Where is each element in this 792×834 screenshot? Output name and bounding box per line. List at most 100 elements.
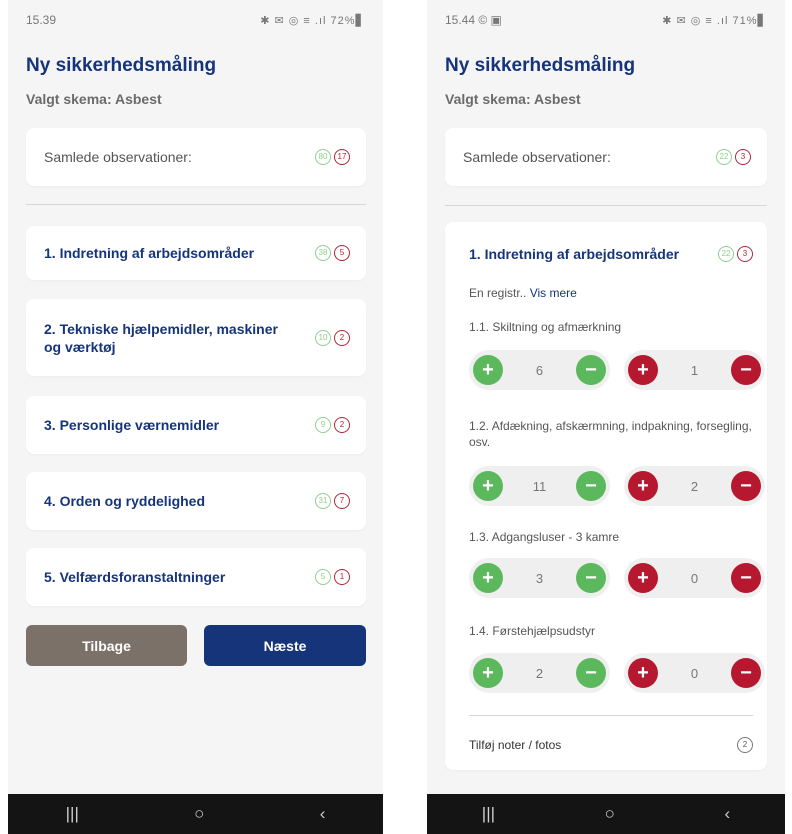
section-label: 1. Indretning af arbejdsområder [469, 246, 680, 262]
system-navbar: ||| ○ ‹ [427, 794, 785, 834]
section-label: 5. Velfærdsforanstaltninger [44, 569, 226, 585]
decrement-negative-button[interactable]: − [730, 355, 761, 385]
increment-negative-button[interactable]: + [628, 658, 658, 688]
section-badges: 5 1 [315, 569, 350, 585]
section-badges: 31 7 [315, 493, 350, 509]
system-navbar: ||| ○ ‹ [8, 794, 383, 834]
section-badges: 9 2 [315, 417, 350, 433]
negative-count-badge: 2 [334, 329, 350, 346]
home-button[interactable]: ○ [194, 804, 204, 824]
status-icons: ✱ ✉ ◎ ≡ .ıl 71%▋ [662, 14, 767, 27]
divider [26, 204, 366, 205]
totals-badges: 80 17 [315, 149, 350, 165]
section-badges: 22 3 [718, 246, 753, 262]
divider [445, 205, 767, 206]
increment-negative-button[interactable]: + [628, 471, 658, 501]
next-button[interactable]: Næste [204, 625, 366, 666]
positive-count-badge: 31 [315, 493, 331, 509]
positive-value: 6 [535, 362, 544, 378]
home-button[interactable]: ○ [605, 804, 615, 824]
left-screen: 15.39 ✱ ✉ ◎ ≡ .ıl 72%▋ Ny sikkerhedsmåli… [8, 0, 383, 834]
right-screen: 15.44 © ▣ ✱ ✉ ◎ ≡ .ıl 71%▋ Ny sikkerheds… [427, 0, 785, 834]
totals-label: Samlede observationer: [44, 149, 192, 165]
status-bar: 15.39 ✱ ✉ ◎ ≡ .ıl 72%▋ [8, 0, 383, 40]
decrement-positive-button[interactable]: − [576, 471, 606, 501]
item-counters: + 11 − + 2 − [469, 466, 765, 506]
positive-value: 3 [535, 570, 544, 586]
positive-count-badge: 38 [315, 245, 331, 261]
totals-badges: 22 3 [716, 149, 751, 165]
increment-positive-button[interactable]: + [473, 658, 503, 688]
increment-negative-button[interactable]: + [628, 563, 658, 593]
negative-counter: + 1 − [624, 350, 765, 390]
positive-counter: + 11 − [469, 466, 610, 506]
positive-count-badge: 22 [716, 149, 732, 165]
system-back-button[interactable]: ‹ [725, 804, 731, 824]
increment-negative-button[interactable]: + [628, 355, 658, 385]
increment-positive-button[interactable]: + [473, 355, 503, 385]
show-more-link[interactable]: Vis mere [530, 286, 577, 300]
section-card-5[interactable]: 5. Velfærdsforanstaltninger 5 1 [26, 548, 366, 606]
negative-value: 0 [690, 570, 699, 586]
decrement-positive-button[interactable]: − [575, 563, 606, 593]
status-time: 15.44 © ▣ [445, 13, 502, 27]
decrement-positive-button[interactable]: − [575, 355, 606, 385]
back-button[interactable]: Tilbage [26, 625, 187, 666]
section-card-3[interactable]: 3. Personlige værnemidler 9 2 [26, 396, 366, 454]
notes-row[interactable]: Tilføj noter / fotos 2 [445, 734, 767, 756]
negative-counter: + 0 − [624, 558, 765, 598]
increment-positive-button[interactable]: + [473, 563, 503, 593]
decrement-positive-button[interactable]: − [575, 658, 606, 688]
negative-value: 1 [690, 362, 699, 378]
add-notes-photos-link[interactable]: Tilføj noter / fotos [469, 738, 561, 752]
section-label: 3. Personlige værnemidler [44, 417, 220, 433]
positive-count-badge: 9 [315, 417, 331, 433]
registration-meta: En registr.. Vis mere [469, 286, 577, 300]
item-label: 1.1. Skiltning og afmærkning [469, 320, 622, 334]
item-label: 1.3. Adgangsluser - 3 kamre [469, 530, 620, 544]
negative-count-badge: 2 [334, 417, 350, 433]
positive-counter: + 6 − [469, 350, 610, 390]
section-detail-card: 1. Indretning af arbejdsområder 22 3 En … [445, 222, 767, 770]
negative-count-badge: 17 [334, 149, 350, 165]
negative-count-badge: 3 [735, 149, 751, 165]
item-counters: + 3 − + 0 − [469, 558, 765, 598]
positive-count-badge: 5 [315, 569, 331, 585]
totals-card: Samlede observationer: 22 3 [445, 128, 767, 186]
recents-button[interactable]: ||| [66, 804, 79, 824]
page-title: Ny sikkerhedsmåling [445, 55, 636, 76]
page-title: Ny sikkerhedsmåling [26, 55, 217, 76]
increment-positive-button[interactable]: + [473, 471, 503, 501]
status-bar: 15.44 © ▣ ✱ ✉ ◎ ≡ .ıl 71%▋ [427, 0, 785, 40]
positive-counter: + 3 − [469, 558, 610, 598]
section-card-2[interactable]: 2. Tekniske hjælpemidler, maskiner og væ… [26, 299, 366, 376]
section-label: 4. Orden og ryddelighed [44, 493, 206, 509]
item-counters: + 6 − + 1 − [469, 350, 765, 390]
system-back-button[interactable]: ‹ [320, 804, 326, 824]
negative-value: 0 [690, 665, 699, 681]
decrement-negative-button[interactable]: − [730, 471, 761, 501]
status-time: 15.39 [26, 13, 57, 27]
negative-count-badge: 7 [334, 493, 350, 509]
section-label: 2. Tekniske hjælpemidler, maskiner og væ… [44, 320, 278, 355]
decrement-negative-button[interactable]: − [730, 563, 761, 593]
negative-value: 2 [690, 478, 699, 494]
recents-button[interactable]: ||| [482, 804, 495, 824]
section-header[interactable]: 1. Indretning af arbejdsområder 22 3 [445, 242, 767, 266]
positive-value: 11 [532, 478, 547, 494]
registration-text: En registr.. [469, 286, 527, 300]
positive-count-badge: 10 [315, 329, 331, 346]
section-card-1[interactable]: 1. Indretning af arbejdsområder 38 5 [26, 226, 366, 280]
totals-label: Samlede observationer: [463, 149, 611, 165]
positive-counter: + 2 − [469, 653, 610, 693]
status-icons: ✱ ✉ ◎ ≡ .ıl 72%▋ [260, 14, 365, 27]
negative-count-badge: 3 [737, 246, 753, 262]
decrement-negative-button[interactable]: − [730, 658, 761, 688]
negative-count-badge: 1 [334, 569, 350, 585]
item-counters: + 2 − + 0 − [469, 653, 765, 693]
positive-value: 2 [535, 665, 544, 681]
positive-count-badge: 22 [718, 246, 734, 262]
page-subtitle: Valgt skema: Asbest [445, 91, 581, 107]
section-card-4[interactable]: 4. Orden og ryddelighed 31 7 [26, 472, 366, 530]
section-label: 1. Indretning af arbejdsområder [44, 245, 255, 261]
